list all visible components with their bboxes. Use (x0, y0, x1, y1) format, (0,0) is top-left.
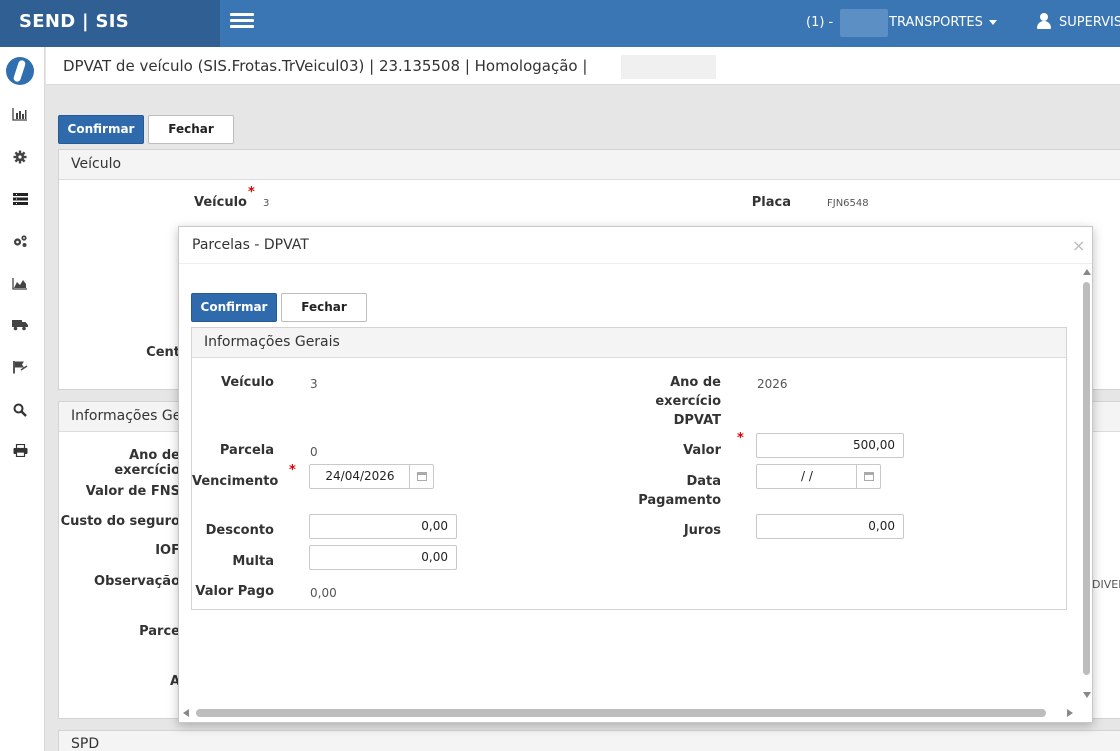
fine-label: Multa (232, 554, 274, 569)
sidebar (0, 47, 45, 751)
company-dropdown[interactable]: TRANSPORTES (889, 15, 997, 30)
installment-value: 0 (310, 445, 318, 459)
confirm-button[interactable]: Confirmar (58, 115, 144, 144)
amount-paid-value: 0,00 (310, 586, 337, 600)
scroll-thumb[interactable] (196, 709, 1046, 717)
required-marker: * (737, 431, 744, 446)
payment-date-input[interactable]: / / (756, 464, 881, 489)
vehicle-value: 3 (263, 198, 270, 209)
payment-date-label-line1: Data (686, 474, 721, 489)
flag-icon[interactable] (10, 360, 30, 380)
spd-panel: SPD (58, 730, 1120, 751)
calendar-button[interactable] (856, 465, 880, 488)
due-date-input[interactable]: 24/04/2026 (309, 464, 434, 489)
caret-down-icon (988, 20, 997, 25)
horizontal-scrollbar[interactable] (179, 703, 1092, 722)
due-date-value: 24/04/2026 (325, 469, 395, 483)
brand-logo[interactable]: SEND | SIS (0, 0, 220, 47)
installment-label: Parcela (219, 443, 274, 458)
logo-icon[interactable] (6, 57, 34, 85)
page-title: DPVAT de veículo (SIS.Frotas.TrVeicul03)… (63, 57, 588, 75)
chart-bar-icon[interactable] (10, 107, 30, 127)
spd-panel-heading: SPD (59, 731, 1120, 751)
vehicle-label: Veículo (194, 195, 247, 210)
scroll-right-icon[interactable] (1067, 709, 1073, 717)
amount-paid-label: Valor Pago (195, 584, 274, 599)
bg-installment-label: Parce (139, 624, 180, 639)
bg-notes-label: Observação (94, 574, 180, 589)
bg-iof-label: IOF (155, 543, 180, 558)
user-number: (1) - (806, 15, 834, 30)
user-icon[interactable] (1037, 13, 1051, 29)
vehicle-value: 3 (310, 377, 318, 391)
hamburger-menu-icon[interactable] (230, 13, 254, 31)
scroll-left-icon[interactable] (183, 709, 189, 717)
installments-modal: Parcelas - DPVAT × Confirmar Fechar Info… (178, 226, 1093, 723)
vehicle-panel-heading: Veículo (59, 150, 1120, 180)
plate-value: FJN6548 (827, 198, 869, 209)
redacted-title-part (621, 55, 716, 79)
required-marker: * (248, 185, 255, 200)
page-header: DPVAT de veículo (SIS.Frotas.TrVeicul03)… (46, 47, 1120, 85)
center-label: Cent (146, 345, 180, 360)
gears-icon[interactable] (10, 234, 30, 254)
dpvat-year-label-line2: exercício (655, 394, 721, 409)
topbar: SEND | SIS (1) - TRANSPORTES SUPERVIS (0, 0, 1120, 47)
gear-icon[interactable] (10, 150, 30, 170)
bg-fns-label: Valor de FNS (85, 484, 180, 499)
print-icon[interactable] (10, 443, 30, 464)
list-icon[interactable] (10, 192, 30, 212)
bg-right-text: DIVER (1092, 578, 1120, 591)
scroll-thumb[interactable] (1083, 282, 1090, 675)
dpvat-year-value: 2026 (757, 377, 788, 391)
plate-label: Placa (751, 195, 791, 210)
discount-input[interactable]: 0,00 (309, 514, 457, 539)
discount-label: Desconto (205, 523, 274, 538)
interest-label: Juros (683, 523, 721, 538)
required-marker: * (289, 463, 296, 478)
dpvat-year-label-line1: Ano de (670, 375, 721, 390)
scroll-up-icon[interactable] (1083, 269, 1091, 275)
amount-input[interactable]: 500,00 (756, 433, 904, 458)
modal-confirm-button[interactable]: Confirmar (191, 293, 277, 322)
payment-date-label-line2: Pagamento (638, 493, 721, 508)
general-info-panel: Informações Gerais Veículo 3 Parcela 0 V… (191, 327, 1067, 610)
user-menu[interactable]: SUPERVIS (1059, 15, 1120, 30)
modal-divider (179, 263, 1092, 264)
payment-date-value: / / (801, 469, 813, 483)
redacted-name (840, 9, 888, 37)
close-icon[interactable]: × (1072, 236, 1085, 255)
fine-input[interactable]: 0,00 (309, 545, 457, 570)
modal-close-button[interactable]: Fechar (281, 293, 367, 322)
interest-input[interactable]: 0,00 (756, 514, 904, 539)
calendar-icon (417, 472, 427, 481)
calendar-button[interactable] (409, 465, 433, 488)
modal-title: Parcelas - DPVAT (192, 237, 309, 253)
scroll-down-icon[interactable] (1083, 692, 1091, 698)
vertical-scrollbar[interactable] (1082, 267, 1091, 703)
bg-a-label: A (169, 674, 180, 689)
vehicle-label: Veículo (221, 375, 274, 390)
calendar-icon (864, 472, 874, 481)
bg-insurance-cost-label: Custo do seguro (60, 514, 180, 529)
search-icon[interactable] (10, 403, 30, 423)
bg-year-label: Ano de exercício (114, 448, 180, 478)
dpvat-year-label-line3: DPVAT (673, 413, 721, 428)
area-chart-icon[interactable] (10, 277, 30, 297)
amount-label: Valor (683, 443, 721, 458)
general-info-heading: Informações Gerais (192, 328, 1066, 358)
due-date-label: Vencimento (192, 474, 279, 489)
close-button[interactable]: Fechar (148, 115, 234, 144)
truck-icon[interactable] (10, 318, 30, 338)
company-name: TRANSPORTES (889, 15, 983, 30)
